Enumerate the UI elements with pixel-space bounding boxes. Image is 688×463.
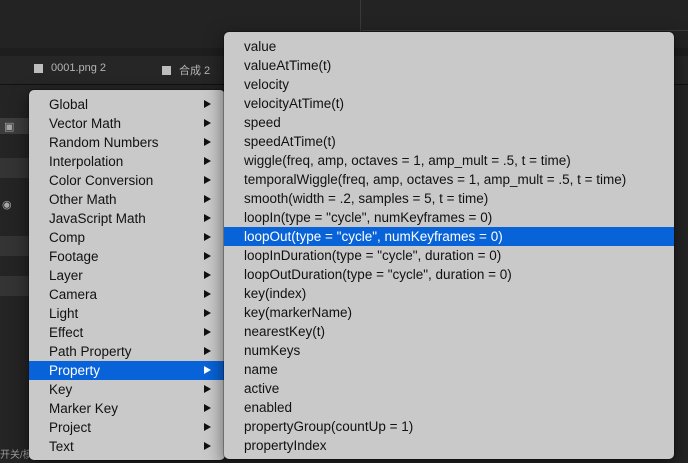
menu-item-label: Interpolation [49,154,124,169]
switches-modes-label[interactable]: 开关/模 [0,446,33,461]
menu-item-label: Project [49,420,92,435]
submenu-arrow-icon [204,252,211,260]
menu-item-footage[interactable]: Footage [29,247,225,266]
submenu-arrow-icon [204,442,211,450]
menu-item-marker-key[interactable]: Marker Key [29,399,225,418]
menu-item-label: Effect [49,325,84,340]
expr-item-speed[interactable]: speed [224,113,674,132]
expr-item-loop-in[interactable]: loopIn(type = "cycle", numKeyframes = 0) [224,208,674,227]
expr-item-loop-in-duration[interactable]: loopInDuration(type = "cycle", duration … [224,246,674,265]
expr-item-property-group[interactable]: propertyGroup(countUp = 1) [224,417,674,436]
panel-divider-horizontal [362,30,688,31]
submenu-arrow-icon [204,176,211,184]
submenu-arrow-icon [204,328,211,336]
menu-item-label: Vector Math [49,116,122,131]
menu-item-label: JavaScript Math [49,211,146,226]
expr-item-velocity[interactable]: velocity [224,75,674,94]
submenu-arrow-icon [204,119,211,127]
menu-item-label: Marker Key [49,401,119,416]
submenu-arrow-icon [204,290,211,298]
layer-switch-icon[interactable]: ▣ [4,120,14,133]
submenu-arrow-icon [204,233,211,241]
menu-item-text[interactable]: Text [29,437,225,456]
menu-item-layer[interactable]: Layer [29,266,225,285]
tab-footage-label: 0001.png 2 [51,62,107,74]
submenu-arrow-icon [204,309,211,317]
submenu-arrow-icon [204,100,211,108]
menu-item-property[interactable]: Property [29,361,225,380]
expr-item-key-marker-name[interactable]: key(markerName) [224,303,674,322]
menu-item-label: Key [49,382,73,397]
menu-item-camera[interactable]: Camera [29,285,225,304]
expr-item-loop-out-duration[interactable]: loopOutDuration(type = "cycle", duration… [224,265,674,284]
submenu-arrow-icon [204,195,211,203]
tab-composition-label: 合成 2 [179,65,211,77]
expr-item-temporal-wiggle[interactable]: temporalWiggle(freq, amp, octaves = 1, a… [224,170,674,189]
expr-item-loop-out[interactable]: loopOut(type = "cycle", numKeyframes = 0… [224,227,674,246]
composition-icon [162,65,171,75]
expression-category-menu: Global Vector Math Random Numbers Interp… [29,90,225,460]
menu-item-color-conversion[interactable]: Color Conversion [29,171,225,190]
expr-item-nearest-key[interactable]: nearestKey(t) [224,322,674,341]
submenu-arrow-icon [204,385,211,393]
menu-item-comp[interactable]: Comp [29,228,225,247]
expr-item-key-index[interactable]: key(index) [224,284,674,303]
menu-item-effect[interactable]: Effect [29,323,225,342]
submenu-arrow-icon [204,404,211,412]
menu-item-label: Path Property [49,344,132,359]
expr-item-num-keys[interactable]: numKeys [224,341,674,360]
submenu-arrow-icon [204,138,211,146]
menu-item-random-numbers[interactable]: Random Numbers [29,133,225,152]
menu-item-label: Property [49,363,101,378]
menu-item-label: Comp [49,230,86,245]
menu-item-label: Layer [49,268,83,283]
expr-item-property-index[interactable]: propertyIndex [224,436,674,455]
tab-footage[interactable]: 0001.png 2 [34,62,106,74]
menu-item-label: Camera [49,287,98,302]
menu-item-global[interactable]: Global [29,95,225,114]
menu-item-other-math[interactable]: Other Math [29,190,225,209]
expr-item-value-at-time[interactable]: valueAtTime(t) [224,56,674,75]
menu-item-label: Color Conversion [49,173,154,188]
menu-item-label: Footage [49,249,99,264]
menu-item-label: Global [49,97,89,112]
submenu-arrow-icon [204,214,211,222]
property-expression-menu: value valueAtTime(t) velocity velocityAt… [224,32,674,459]
expr-item-speed-at-time[interactable]: speedAtTime(t) [224,132,674,151]
menu-item-key[interactable]: Key [29,380,225,399]
expr-item-wiggle[interactable]: wiggle(freq, amp, octaves = 1, amp_mult … [224,151,674,170]
menu-item-path-property[interactable]: Path Property [29,342,225,361]
submenu-arrow-icon [204,423,211,431]
submenu-arrow-icon [204,157,211,165]
tab-composition[interactable]: 合成 2 [162,62,210,78]
menu-item-vector-math[interactable]: Vector Math [29,114,225,133]
submenu-arrow-icon [204,366,211,374]
visibility-eye-icon[interactable]: ◉ [2,198,12,211]
expr-item-active[interactable]: active [224,379,674,398]
menu-item-label: Other Math [49,192,117,207]
menu-item-label: Text [49,439,74,454]
menu-item-project[interactable]: Project [29,418,225,437]
submenu-arrow-icon [204,347,211,355]
expr-item-name[interactable]: name [224,360,674,379]
footage-icon [34,63,43,73]
menu-item-javascript-math[interactable]: JavaScript Math [29,209,225,228]
expr-item-value[interactable]: value [224,37,674,56]
menu-item-label: Random Numbers [49,135,159,150]
expr-item-smooth[interactable]: smooth(width = .2, samples = 5, t = time… [224,189,674,208]
menu-item-label: Light [49,306,79,321]
expr-item-enabled[interactable]: enabled [224,398,674,417]
menu-item-interpolation[interactable]: Interpolation [29,152,225,171]
menu-item-light[interactable]: Light [29,304,225,323]
submenu-arrow-icon [204,271,211,279]
expr-item-velocity-at-time[interactable]: velocityAtTime(t) [224,94,674,113]
